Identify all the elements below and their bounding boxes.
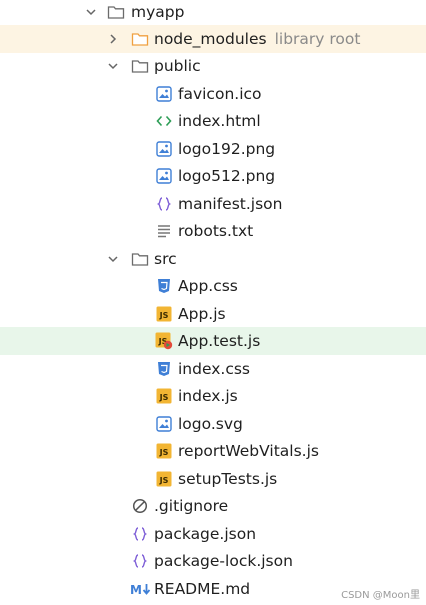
gitignore-icon — [131, 497, 149, 515]
svg-text:JS: JS — [159, 311, 169, 320]
tree-row-file[interactable]: App.css — [0, 272, 426, 300]
folder-icon — [131, 30, 149, 48]
css-icon — [155, 360, 173, 378]
markdown-icon: M — [130, 580, 152, 598]
js-icon: JS — [155, 305, 173, 323]
tree-label: package-lock.json — [154, 551, 293, 570]
tree-row-file[interactable]: package-lock.json — [0, 547, 426, 575]
tree-label: App.css — [178, 276, 238, 295]
image-icon — [155, 167, 173, 185]
test-js-icon: JS — [155, 332, 173, 350]
tree-label: README.md — [154, 579, 251, 598]
tree-row-file[interactable]: index.html — [0, 107, 426, 135]
svg-text:JS: JS — [159, 393, 169, 402]
tree-label: manifest.json — [178, 194, 283, 213]
tree-label: App.test.js — [178, 331, 261, 350]
svg-text:M: M — [130, 583, 142, 596]
image-icon — [155, 415, 173, 433]
watermark: CSDN @Moon里 — [341, 590, 420, 601]
js-icon: JS — [155, 442, 173, 460]
image-icon — [155, 140, 173, 158]
tree-row-myapp[interactable]: myapp — [0, 0, 426, 26]
tree-row-src[interactable]: src — [0, 245, 426, 273]
tree-label: favicon.ico — [178, 84, 262, 103]
tree-label: reportWebVitals.js — [178, 441, 319, 460]
chevron-right-icon[interactable] — [106, 32, 120, 46]
tree-label: myapp — [131, 2, 185, 21]
chevron-down-icon[interactable] — [106, 59, 120, 73]
tree-row-file[interactable]: JS App.js — [0, 300, 426, 328]
tree-label: index.css — [178, 359, 251, 378]
tree-row-file[interactable]: manifest.json — [0, 190, 426, 218]
tree-row-file[interactable]: .gitignore — [0, 492, 426, 520]
tree-row-file[interactable]: logo.svg — [0, 410, 426, 438]
js-icon: JS — [155, 387, 173, 405]
tree-row-file[interactable]: favicon.ico — [0, 80, 426, 108]
tree-row-file[interactable]: logo512.png — [0, 162, 426, 190]
tree-label: setupTests.js — [178, 469, 278, 488]
tree-label: public — [154, 56, 201, 75]
tree-label: .gitignore — [154, 496, 229, 515]
chevron-down-icon[interactable] — [84, 5, 98, 19]
tree-row-file[interactable]: index.css — [0, 355, 426, 383]
folder-icon — [131, 57, 149, 75]
folder-icon — [107, 3, 125, 21]
tree-label: package.json — [154, 524, 257, 543]
tree-label: index.html — [178, 111, 261, 130]
svg-text:JS: JS — [159, 448, 169, 457]
json-icon — [131, 552, 149, 570]
tree-row-file[interactable]: robots.txt — [0, 217, 426, 245]
tree-label: logo192.png — [178, 139, 276, 158]
json-icon — [155, 195, 173, 213]
folder-icon — [131, 250, 149, 268]
tree-row-file[interactable]: package.json — [0, 520, 426, 548]
svg-text:JS: JS — [159, 476, 169, 485]
tree-label: src — [154, 249, 177, 268]
tree-row-file[interactable]: JS reportWebVitals.js — [0, 437, 426, 465]
html-icon — [155, 112, 173, 130]
library-root-hint: library root — [274, 29, 361, 48]
tree-label: App.js — [178, 304, 226, 323]
tree-label: logo.svg — [178, 414, 243, 433]
tree-label: index.js — [178, 386, 238, 405]
tree-row-file[interactable]: JS index.js — [0, 382, 426, 410]
image-icon — [155, 85, 173, 103]
tree-row-file[interactable]: logo192.png — [0, 135, 426, 163]
tree-label: node_modules — [154, 29, 267, 48]
tree-row-public[interactable]: public — [0, 52, 426, 80]
tree-row-file[interactable]: JS setupTests.js — [0, 465, 426, 493]
text-icon — [155, 222, 173, 240]
json-icon — [131, 525, 149, 543]
tree-label: robots.txt — [178, 221, 254, 240]
css-icon — [155, 277, 173, 295]
tree-row-node-modules[interactable]: node_modules library root — [0, 25, 426, 53]
tree-row-file[interactable]: JS App.test.js — [0, 327, 426, 355]
tree-label: logo512.png — [178, 166, 276, 185]
chevron-down-icon[interactable] — [106, 252, 120, 266]
js-icon: JS — [155, 470, 173, 488]
